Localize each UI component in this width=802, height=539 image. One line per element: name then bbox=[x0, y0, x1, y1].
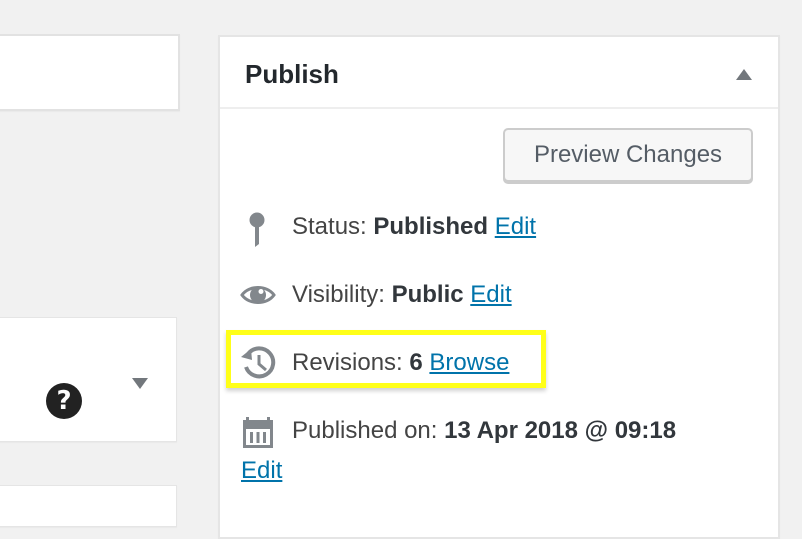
history-icon bbox=[241, 346, 276, 379]
status-edit-link[interactable]: Edit bbox=[495, 213, 536, 240]
published-on-label: Published on: bbox=[292, 417, 445, 444]
revisions-label: Revisions: bbox=[292, 349, 410, 376]
left-panel-metabox: ? bbox=[0, 317, 177, 442]
pin-icon bbox=[249, 212, 265, 247]
triangle-up-icon[interactable] bbox=[736, 69, 752, 80]
publish-title: Publish bbox=[245, 59, 339, 89]
visibility-value: Public bbox=[391, 281, 464, 308]
status-value: Published bbox=[373, 213, 489, 240]
preview-changes-button[interactable]: Preview Changes bbox=[503, 128, 753, 182]
triangle-down-icon[interactable] bbox=[132, 378, 148, 389]
left-panel-bottom bbox=[0, 485, 177, 527]
visibility-label: Visibility: bbox=[292, 281, 392, 308]
calendar-icon bbox=[243, 417, 273, 448]
left-panel-top bbox=[0, 34, 180, 111]
publish-metabox: Publish Preview Changes Status: Publishe… bbox=[218, 35, 780, 539]
visibility-edit-link[interactable]: Edit bbox=[470, 281, 511, 308]
revisions-count: 6 bbox=[409, 349, 423, 376]
eye-icon bbox=[240, 286, 276, 304]
revisions-browse-link[interactable]: Browse bbox=[429, 349, 509, 376]
publish-header[interactable]: Publish bbox=[220, 37, 778, 109]
published-on-value: 13 Apr 2018 @ 09:18 bbox=[444, 417, 677, 444]
status-label: Status: bbox=[292, 213, 374, 240]
question-circle-icon[interactable]: ? bbox=[46, 383, 82, 419]
published-on-edit-link[interactable]: Edit bbox=[241, 457, 282, 485]
